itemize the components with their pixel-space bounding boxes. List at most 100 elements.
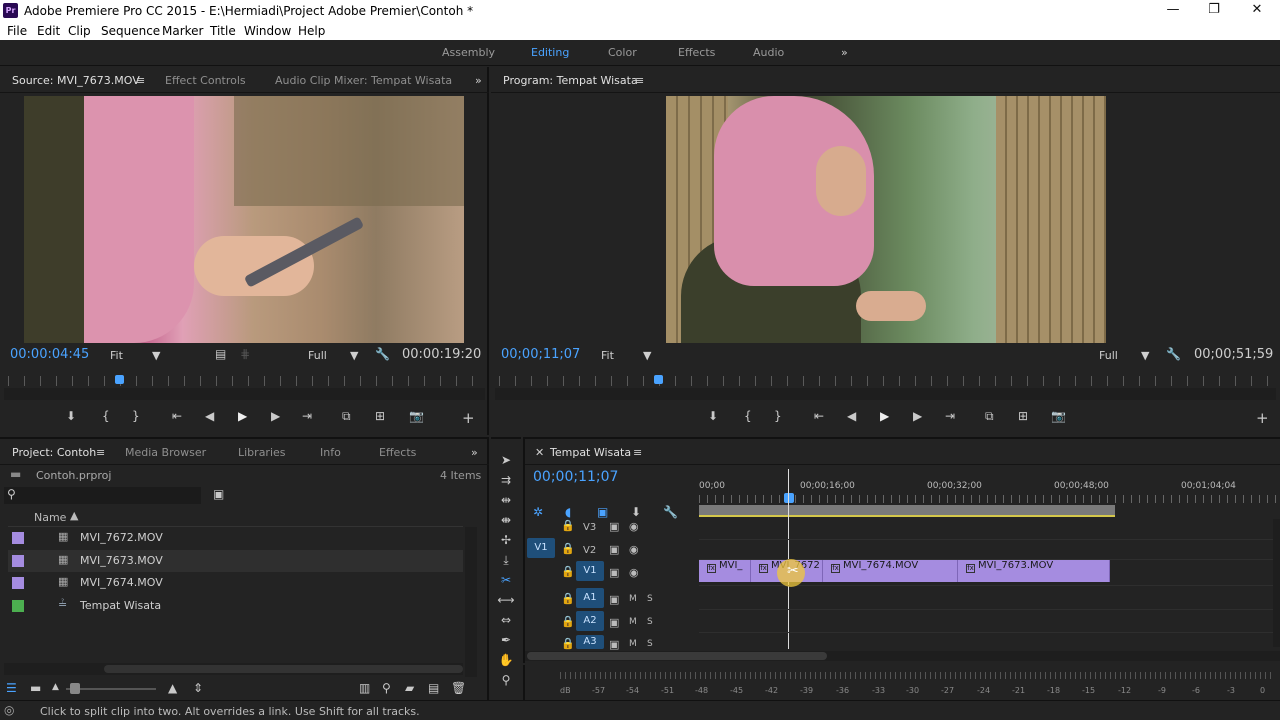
restore-button[interactable]: ❐ xyxy=(1191,0,1237,22)
program-time-ruler[interactable] xyxy=(499,376,1277,386)
chevron-down-icon[interactable]: ▼ xyxy=(152,349,160,362)
slide-tool-icon[interactable]: ⇔ xyxy=(495,613,517,627)
menu-sequence[interactable]: Sequence xyxy=(101,24,160,38)
more-tabs-icon[interactable]: » xyxy=(475,74,482,87)
tab-audio-clip-mixer[interactable]: Audio Clip Mixer: Tempat Wisata xyxy=(275,74,452,87)
search-input[interactable] xyxy=(4,487,201,504)
column-name[interactable]: Name xyxy=(34,511,66,524)
insert-icon[interactable]: ⧉ xyxy=(342,409,351,424)
source-quality-select[interactable]: Full xyxy=(308,349,327,362)
lock-icon[interactable]: 🔒 xyxy=(561,615,575,628)
toggle-sync-icon[interactable]: ▣ xyxy=(609,566,619,579)
workspace-audio[interactable]: Audio xyxy=(753,46,784,59)
lock-icon[interactable]: 🔒 xyxy=(561,592,575,605)
chevron-down-icon[interactable]: ▼ xyxy=(1141,349,1149,362)
minimize-button[interactable]: — xyxy=(1150,0,1196,22)
panel-menu-icon[interactable]: ≡ xyxy=(136,74,145,87)
zoom-in-icon[interactable]: ▲ xyxy=(168,681,177,695)
nest-icon[interactable]: ✲ xyxy=(533,505,543,519)
list-item[interactable]: ▦ MVI_7674.MOV xyxy=(8,572,463,594)
new-bin-icon[interactable]: ▰ xyxy=(405,681,414,695)
tab-info[interactable]: Info xyxy=(320,446,341,459)
eye-icon[interactable]: ◉ xyxy=(629,520,639,533)
export-frame-icon[interactable]: 📷 xyxy=(1051,409,1066,423)
list-item[interactable]: ≟ Tempat Wisata xyxy=(8,595,463,617)
scroll-thumb[interactable] xyxy=(104,665,463,673)
label-color-swatch[interactable] xyxy=(12,555,24,567)
rate-stretch-tool-icon[interactable]: ✢ xyxy=(495,533,517,547)
drag-video-icon[interactable]: ⋕ xyxy=(240,347,250,361)
find-icon[interactable]: ⚲ xyxy=(382,681,391,695)
wrench-icon[interactable]: 🔧 xyxy=(375,347,390,361)
chevron-down-icon[interactable]: ▼ xyxy=(350,349,358,362)
workspace-editing[interactable]: Editing xyxy=(531,46,569,59)
source-video-frame[interactable] xyxy=(24,96,464,343)
list-view-icon[interactable]: ☰ xyxy=(6,681,17,695)
scroll-thumb[interactable] xyxy=(527,652,827,660)
mute-button[interactable]: M xyxy=(629,594,637,604)
slip-tool-icon[interactable]: ⟷ xyxy=(495,593,517,607)
add-button-icon[interactable]: + xyxy=(462,409,475,427)
timeline-clip[interactable]: fx MVI_ xyxy=(699,560,751,582)
timeline-timecode[interactable]: 00;00;11;07 xyxy=(533,469,618,485)
track-label-a3[interactable]: A3 xyxy=(576,635,604,649)
label-color-swatch[interactable] xyxy=(12,577,24,589)
workspace-color[interactable]: Color xyxy=(608,46,637,59)
step-back-icon[interactable]: ◀ xyxy=(847,409,856,423)
hand-tool-icon[interactable]: ✋ xyxy=(495,653,517,667)
tab-project[interactable]: Project: Contoh xyxy=(12,446,96,459)
panel-menu-icon[interactable]: ≡ xyxy=(635,74,644,87)
tab-media-browser[interactable]: Media Browser xyxy=(125,446,206,459)
go-to-in-icon[interactable]: ⇤ xyxy=(814,409,824,423)
snap-icon[interactable]: ◖ xyxy=(565,505,571,519)
mute-button[interactable]: M xyxy=(629,639,637,649)
source-time-ruler[interactable] xyxy=(8,376,486,386)
workspace-assembly[interactable]: Assembly xyxy=(442,46,495,59)
lock-icon[interactable]: 🔒 xyxy=(561,637,575,650)
menu-file[interactable]: File xyxy=(7,24,27,38)
program-fit-select[interactable]: Fit xyxy=(601,349,614,362)
lock-icon[interactable]: 🔒 xyxy=(561,519,575,532)
chevron-down-icon[interactable]: ▼ xyxy=(643,349,651,362)
play-icon[interactable]: ▶ xyxy=(238,409,247,423)
selection-tool-icon[interactable]: ➤ xyxy=(495,453,517,467)
solo-button[interactable]: S xyxy=(647,639,653,649)
toggle-sync-icon[interactable]: ▣ xyxy=(609,616,619,629)
lock-icon[interactable]: 🔒 xyxy=(561,565,575,578)
razor-tool-icon[interactable]: ✂ xyxy=(495,573,517,587)
ripple-edit-tool-icon[interactable]: ⇹ xyxy=(495,493,517,507)
timeline-vertical-scrollbar[interactable] xyxy=(1273,519,1280,647)
razor-track-tool-icon[interactable]: ⤓ xyxy=(495,553,517,568)
mute-button[interactable]: M xyxy=(629,617,637,627)
timeline-playhead-handle[interactable] xyxy=(784,493,794,503)
icon-view-icon[interactable]: ▬ xyxy=(30,681,41,695)
workspace-more-icon[interactable]: » xyxy=(841,46,848,59)
vertical-scrollbar[interactable] xyxy=(465,527,477,677)
more-tabs-icon[interactable]: » xyxy=(471,446,478,459)
label-color-swatch[interactable] xyxy=(12,532,24,544)
source-zoom-bar[interactable] xyxy=(4,388,485,400)
source-playhead[interactable] xyxy=(115,375,124,384)
automate-to-sequence-icon[interactable]: ▥ xyxy=(359,681,370,695)
lift-icon[interactable]: ⧉ xyxy=(985,409,994,424)
zoom-slider[interactable] xyxy=(66,683,156,694)
track-label-v2[interactable]: V2 xyxy=(583,545,596,556)
tab-source[interactable]: Source: MVI_7673.MOV xyxy=(12,74,140,87)
solo-button[interactable]: S xyxy=(647,617,653,627)
timeline-clip[interactable]: fx MVI_7674.MOV xyxy=(823,560,958,582)
add-marker-icon[interactable]: ⬇ xyxy=(631,505,641,519)
toggle-sync-icon[interactable]: ▣ xyxy=(609,543,619,556)
mark-in-icon[interactable]: { xyxy=(744,409,752,423)
track-label-v3[interactable]: V3 xyxy=(583,522,596,533)
rolling-edit-tool-icon[interactable]: ⇼ xyxy=(495,513,517,527)
tab-effects[interactable]: Effects xyxy=(379,446,416,459)
menu-edit[interactable]: Edit xyxy=(37,24,60,38)
safe-margins-icon[interactable]: ▤ xyxy=(215,347,226,361)
pen-tool-icon[interactable]: ✒ xyxy=(495,633,517,647)
toggle-sync-icon[interactable]: ▣ xyxy=(609,638,619,651)
program-video-frame[interactable] xyxy=(666,96,1106,343)
sort-icon[interactable]: ⇕ xyxy=(193,681,203,695)
new-bin-from-search-icon[interactable]: ▣ xyxy=(213,487,224,501)
source-fit-select[interactable]: Fit xyxy=(110,349,123,362)
list-item[interactable]: ▦ MVI_7672.MOV xyxy=(8,527,463,549)
